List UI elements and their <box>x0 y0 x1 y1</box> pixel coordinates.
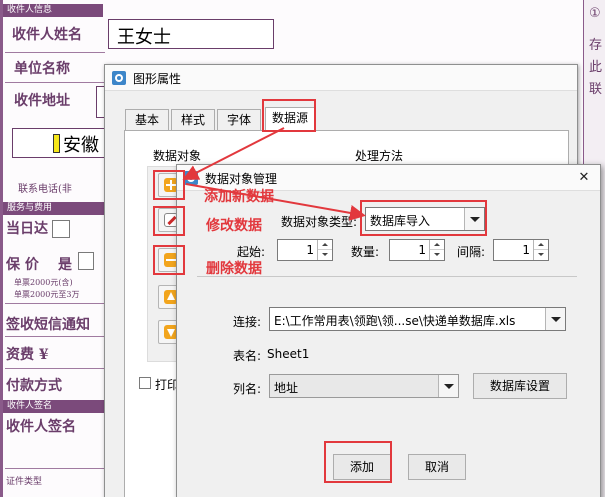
app-logo-icon <box>184 171 198 185</box>
database-settings-button[interactable]: 数据库设置 <box>473 373 567 399</box>
connection-label: 连接: <box>233 315 262 329</box>
data-object-manager-title: 数据对象管理 <box>205 172 278 186</box>
fee-label: 资费 ¥ <box>6 347 49 363</box>
spinner-buttons <box>317 240 332 260</box>
annotation-modify-data: 修改数据 <box>206 218 262 234</box>
table-name-value: Sheet1 <box>267 347 310 361</box>
payment-method-label: 付款方式 <box>6 378 62 394</box>
cancel-button[interactable]: 取消 <box>408 454 466 480</box>
form-divider <box>5 368 105 369</box>
object-type-label: 数据对象类型: <box>281 215 358 229</box>
contact-phone-label: 联系电话(非 <box>18 184 72 195</box>
interval-label: 间隔: <box>457 245 486 259</box>
same-day-label: 当日达 <box>6 221 48 237</box>
app-logo-icon <box>112 71 126 85</box>
table-name-label: 表名: <box>233 349 262 363</box>
address-field[interactable]: 安徽 <box>12 128 106 158</box>
recipient-name-field[interactable]: 王女士 <box>108 19 274 49</box>
service-section-title: 服务与费用 <box>7 203 53 213</box>
insured-checkbox[interactable] <box>78 252 94 270</box>
connection-select[interactable]: E:\工作常用表\领跑\领...se\快递单数据库.xls <box>269 307 566 331</box>
chevron-down-icon[interactable] <box>438 375 458 397</box>
interval-value: 1 <box>522 243 530 257</box>
signature-section-header: 收件人签名 <box>3 400 104 413</box>
spinner-buttons <box>533 240 548 260</box>
strip-char: ① <box>589 6 601 21</box>
spin-up-icon[interactable] <box>534 240 548 250</box>
same-day-checkbox[interactable] <box>52 220 70 238</box>
highlight-datasource-tab <box>262 99 316 132</box>
spin-down-icon[interactable] <box>318 250 332 260</box>
count-label: 数量: <box>351 245 380 259</box>
tab-style[interactable]: 样式 <box>171 109 215 131</box>
start-spinner[interactable]: 1 <box>277 239 333 261</box>
text-cursor-marker <box>53 134 60 153</box>
column-name-value: 地址 <box>274 381 299 395</box>
strip-char: 存 <box>589 38 603 53</box>
highlight-add-data <box>153 170 185 200</box>
start-value: 1 <box>306 243 314 257</box>
highlight-delete-data <box>153 245 185 275</box>
form-divider <box>5 303 105 304</box>
insured-note-1: 单票2000元(含) <box>14 278 73 287</box>
recipient-name-label: 收件人姓名 <box>12 27 82 43</box>
spin-up-icon[interactable] <box>430 240 444 250</box>
form-divider <box>5 52 105 53</box>
highlight-add-button <box>324 441 392 483</box>
insured-note-2: 单票2000元至3万 <box>14 290 80 299</box>
print-time-checkbox[interactable] <box>139 377 151 389</box>
count-spinner[interactable]: 1 <box>389 239 445 261</box>
graphic-properties-titlebar[interactable]: 图形属性 <box>105 65 577 91</box>
address-label: 收件地址 <box>14 93 70 109</box>
spin-up-icon[interactable] <box>318 240 332 250</box>
spinner-buttons <box>429 240 444 260</box>
service-section-header: 服务与费用 <box>3 202 104 215</box>
recipient-section-title: 收件人信息 <box>7 5 53 15</box>
processing-method-group-label: 处理方法 <box>355 149 404 163</box>
signature-section-title: 收件人签名 <box>7 401 53 411</box>
recipient-section-header: 收件人信息 <box>3 4 103 17</box>
graphic-properties-title: 图形属性 <box>133 72 182 86</box>
annotation-delete-data: 删除数据 <box>206 261 262 277</box>
close-icon[interactable]: ✕ <box>576 170 592 186</box>
chevron-down-icon[interactable] <box>545 308 565 330</box>
form-divider <box>5 468 105 469</box>
data-object-group-label: 数据对象 <box>153 149 202 163</box>
strip-char: 此 <box>589 60 603 75</box>
column-name-select[interactable]: 地址 <box>269 374 459 398</box>
highlight-object-type <box>360 200 487 236</box>
sms-notice-label: 签收短信通知 <box>6 317 90 333</box>
insured-label: 保 价 <box>6 257 39 273</box>
highlight-edit-data <box>153 206 185 236</box>
address-value: 安徽 <box>63 135 99 156</box>
form-left-border <box>0 0 3 497</box>
strip-char: 联 <box>589 82 603 97</box>
id-type-label: 证件类型 <box>6 477 43 487</box>
count-value: 1 <box>418 243 426 257</box>
form-divider <box>5 336 105 337</box>
spin-down-icon[interactable] <box>534 250 548 260</box>
tab-basic[interactable]: 基本 <box>125 109 169 131</box>
company-name-label: 单位名称 <box>14 61 70 77</box>
column-name-label: 列名: <box>233 382 262 396</box>
tab-font[interactable]: 字体 <box>217 109 261 131</box>
connection-value: E:\工作常用表\领跑\领...se\快递单数据库.xls <box>274 314 516 328</box>
interval-spinner[interactable]: 1 <box>493 239 549 261</box>
signature-label: 收件人签名 <box>6 419 76 435</box>
recipient-name-value: 王女士 <box>117 27 171 48</box>
form-divider <box>5 82 105 83</box>
spin-down-icon[interactable] <box>430 250 444 260</box>
annotation-add-new-data: 添加新数据 <box>204 189 274 205</box>
insured-option: 是 <box>58 257 72 273</box>
